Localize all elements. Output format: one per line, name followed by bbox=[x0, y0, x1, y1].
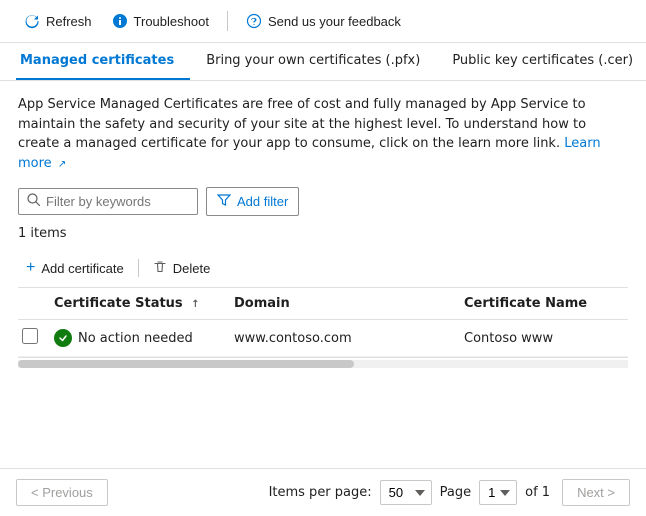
scrollbar-thumb[interactable] bbox=[18, 360, 354, 368]
header-status-col: Certificate Status ↑ bbox=[54, 296, 234, 311]
filter-row: Add filter bbox=[18, 187, 628, 216]
row-checkbox-col bbox=[22, 328, 54, 348]
troubleshoot-icon bbox=[112, 13, 128, 29]
tab-managed-certificates[interactable]: Managed certificates bbox=[16, 43, 190, 80]
feedback-icon bbox=[246, 13, 262, 29]
items-count: 1 items bbox=[18, 226, 628, 241]
row-checkbox[interactable] bbox=[22, 328, 38, 344]
sort-icon: ↑ bbox=[191, 299, 199, 310]
row-cert-name-col: Contoso www bbox=[464, 331, 624, 346]
refresh-button[interactable]: Refresh bbox=[16, 8, 100, 34]
page-number-select[interactable]: 1 bbox=[479, 480, 517, 505]
toolbar-separator bbox=[227, 11, 228, 31]
status-badge: No action needed bbox=[54, 329, 234, 347]
status-label: No action needed bbox=[78, 331, 193, 346]
certificate-table: Certificate Status ↑ Domain Certificate … bbox=[18, 288, 628, 358]
add-filter-label: Add filter bbox=[237, 194, 288, 209]
toolbar: Refresh Troubleshoot Send us your feedba… bbox=[0, 0, 646, 43]
row-status-col: No action needed bbox=[54, 329, 234, 347]
filter-input[interactable] bbox=[46, 194, 189, 209]
content-area: App Service Managed Certificates are fre… bbox=[0, 81, 646, 384]
filter-icon bbox=[217, 193, 231, 210]
tabs: Managed certificates Bring your own cert… bbox=[0, 43, 646, 81]
add-certificate-button[interactable]: + Add certificate bbox=[18, 255, 132, 281]
external-link-icon: ↗ bbox=[58, 159, 66, 170]
row-domain-col: www.contoso.com bbox=[234, 331, 464, 346]
header-domain-col: Domain bbox=[234, 296, 464, 311]
pagination-controls: Items per page: 50 25 100 Page 1 of 1 bbox=[269, 480, 551, 505]
tab-pfx-certificates[interactable]: Bring your own certificates (.pfx) bbox=[190, 43, 436, 80]
description-text: App Service Managed Certificates are fre… bbox=[18, 95, 628, 173]
delete-icon bbox=[153, 260, 167, 277]
tab-cer-certificates[interactable]: Public key certificates (.cer) bbox=[436, 43, 646, 80]
filter-input-wrap[interactable] bbox=[18, 188, 198, 215]
table-header: Certificate Status ↑ Domain Certificate … bbox=[18, 288, 628, 320]
feedback-label: Send us your feedback bbox=[268, 14, 401, 29]
feedback-button[interactable]: Send us your feedback bbox=[238, 8, 409, 34]
delete-button[interactable]: Delete bbox=[145, 256, 219, 281]
items-per-page-label: Items per page: bbox=[269, 485, 372, 500]
action-bar: + Add certificate Delete bbox=[18, 249, 628, 288]
of-label: of 1 bbox=[525, 485, 550, 500]
refresh-icon bbox=[24, 13, 40, 29]
status-success-icon bbox=[54, 329, 72, 347]
header-name-col: Certificate Name bbox=[464, 296, 624, 311]
table-row[interactable]: No action needed www.contoso.com Contoso… bbox=[18, 320, 628, 357]
troubleshoot-label: Troubleshoot bbox=[134, 14, 209, 29]
horizontal-scrollbar[interactable] bbox=[18, 360, 628, 368]
page-label: Page bbox=[440, 485, 471, 500]
items-per-page-select[interactable]: 50 25 100 bbox=[380, 480, 432, 505]
previous-button[interactable]: < Previous bbox=[16, 479, 108, 506]
pagination-footer: < Previous Items per page: 50 25 100 Pag… bbox=[0, 468, 646, 516]
next-button[interactable]: Next > bbox=[562, 479, 630, 506]
refresh-label: Refresh bbox=[46, 14, 92, 29]
add-icon: + bbox=[26, 259, 35, 277]
action-separator bbox=[138, 259, 139, 277]
troubleshoot-button[interactable]: Troubleshoot bbox=[104, 8, 217, 34]
search-icon bbox=[27, 193, 40, 210]
add-filter-button[interactable]: Add filter bbox=[206, 187, 299, 216]
